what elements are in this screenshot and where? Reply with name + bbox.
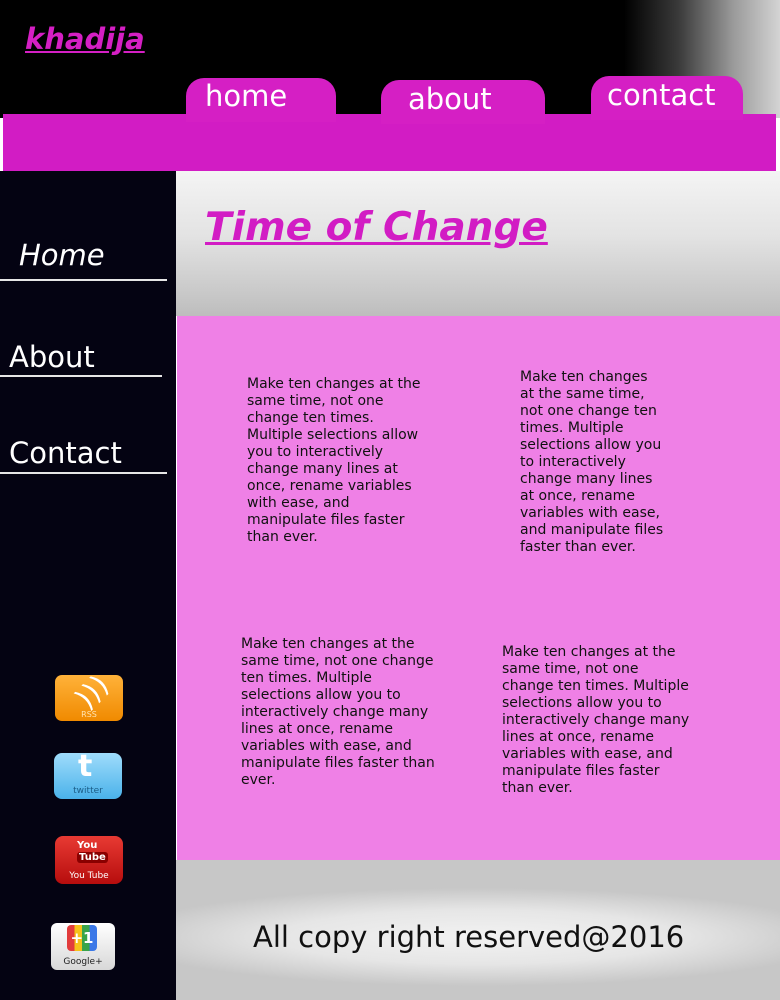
copyright-text: All copy right reserved@2016 <box>253 920 685 954</box>
tab-about[interactable]: about <box>381 80 545 124</box>
sidebar-divider <box>0 472 167 474</box>
page-title[interactable]: Time of Change <box>205 205 548 250</box>
google-plus-button[interactable]: +1 Google+ <box>51 923 115 970</box>
google-plus-label: Google+ <box>63 957 103 967</box>
youtube-icon-tube: Tube <box>77 852 108 863</box>
sidebar-item-contact[interactable]: Contact <box>9 436 122 470</box>
youtube-button[interactable]: You Tube You Tube <box>55 836 123 884</box>
rss-label: RSS <box>81 710 97 719</box>
brand-logo-link[interactable]: khadija <box>25 22 145 56</box>
content-paragraph: Make ten changes at the same time, not o… <box>241 636 435 788</box>
rss-button[interactable]: ))) RSS <box>55 668 123 721</box>
tab-contact[interactable]: contact <box>591 76 743 120</box>
sidebar-item-home[interactable]: Home <box>19 238 105 272</box>
twitter-button[interactable]: t twitter <box>54 749 122 799</box>
tab-home-label: home <box>205 79 288 113</box>
tab-home[interactable]: home <box>186 78 336 122</box>
content-paragraph: Make ten changes at the same time, not o… <box>502 644 690 796</box>
twitter-label: twitter <box>73 786 103 796</box>
sidebar-divider <box>0 375 162 377</box>
youtube-label: You Tube <box>69 871 109 881</box>
youtube-icon: You <box>77 840 98 851</box>
twitter-icon: t <box>78 749 93 784</box>
sidebar-divider <box>0 279 167 281</box>
tab-contact-label: contact <box>607 78 716 112</box>
content-paragraph: Make ten changes at the same time, not o… <box>247 376 421 545</box>
content-paragraph: Make ten changes at the same time, not o… <box>520 369 664 555</box>
tab-about-label: about <box>408 82 492 116</box>
sidebar-item-about[interactable]: About <box>9 340 95 374</box>
rss-icon: ))) <box>68 668 116 715</box>
google-plus-icon: +1 <box>67 925 97 951</box>
